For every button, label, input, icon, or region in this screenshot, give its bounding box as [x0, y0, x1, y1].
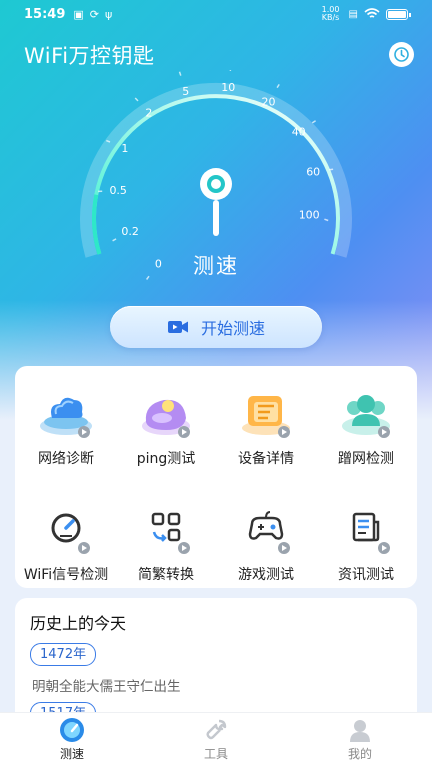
video-badge-icon: [278, 426, 290, 438]
nav-tab-speedtest[interactable]: 测速: [22, 717, 122, 762]
gauge-label: 测速: [193, 254, 239, 278]
gauge-tick-label: 20: [262, 95, 276, 108]
gauge-tick-label: 60: [306, 166, 320, 179]
video-icon: [167, 321, 188, 333]
wrench-icon: [202, 717, 230, 743]
gauge-tick-mark: [276, 83, 280, 89]
video-badge-icon: [178, 542, 190, 554]
nav-tab-mine[interactable]: 我的: [310, 717, 410, 762]
start-speed-test-button[interactable]: 开始测速: [110, 306, 322, 348]
net-speed: 1.00 KB/s: [321, 5, 340, 22]
gauge-tick-label: 0.2: [121, 225, 139, 238]
history-today-card: 历史上的今天 1472年 明朝全能大儒王守仁出生 1517年: [15, 598, 417, 728]
wifi-icon: [364, 8, 380, 18]
person-icon: [346, 717, 374, 743]
bottom-navigation: 测速 工具 我的: [0, 712, 432, 768]
ping-icon: [138, 384, 194, 440]
signal-gauge-icon: [38, 500, 94, 556]
gauge-tick-mark: [178, 71, 182, 76]
video-badge-icon: [278, 542, 290, 554]
gauge-tick-label: 5: [182, 85, 189, 98]
gamepad-icon: [238, 500, 294, 556]
gauge-tick-mark: [112, 238, 117, 242]
gauge-tick-mark: [229, 70, 232, 71]
video-badge-icon: [378, 426, 390, 438]
speedometer-icon: [58, 717, 86, 743]
tool-device-details[interactable]: 设备详情: [216, 384, 316, 468]
app-title: WiFi万控钥匙: [24, 44, 155, 68]
cloud-icon: [38, 384, 94, 440]
gauge-tick-mark: [311, 120, 317, 124]
gauge-tick-mark: [329, 168, 334, 171]
gauge-tick-label: 100: [299, 208, 320, 221]
nav-label: 工具: [203, 747, 228, 761]
gauge-tick-mark: [134, 97, 139, 102]
sim-icon: ▤: [348, 8, 358, 20]
nav-tab-tools[interactable]: 工具: [166, 717, 266, 762]
tool-wifi-signal-check[interactable]: WiFi信号检测: [16, 500, 116, 584]
notification-icon: ▣: [73, 7, 84, 21]
nav-label: 测速: [59, 747, 84, 761]
video-badge-icon: [178, 426, 190, 438]
usb-icon: ψ: [105, 7, 113, 21]
battery-icon: [386, 8, 411, 20]
video-badge-icon: [78, 426, 90, 438]
convert-icon: [138, 500, 194, 556]
status-bar: 15:49 ▣ ⟳ ψ 1.00 KB/s ▤: [0, 0, 432, 28]
sync-icon: ⟳: [89, 7, 100, 21]
history-title: 历史上的今天: [30, 614, 127, 633]
gauge-tick-label: 10: [221, 81, 235, 94]
tools-card: 网络诊断 ping测试 设备详情 蹭网检测 WiFi信号检测 简繁转换 游戏测试…: [15, 366, 417, 588]
video-badge-icon: [378, 542, 390, 554]
tool-freeloader-detection[interactable]: 蹭网检测: [316, 384, 416, 468]
gauge-tick-label: 0.5: [109, 184, 127, 197]
gauge-tick-mark: [324, 218, 329, 222]
history-year-badge[interactable]: 1472年: [30, 643, 97, 666]
news-icon: [338, 500, 394, 556]
video-badge-icon: [78, 542, 90, 554]
clock-icon: [394, 47, 409, 62]
gauge-tick-label: 2: [145, 107, 152, 120]
status-time: 15:49: [24, 6, 66, 22]
tool-simplified-traditional[interactable]: 简繁转换: [116, 500, 216, 584]
start-button-label: 开始测速: [200, 319, 265, 338]
tool-ping-test[interactable]: ping测试: [116, 384, 216, 468]
gauge-needle: [213, 200, 219, 236]
device-icon: [238, 384, 294, 440]
nav-label: 我的: [347, 747, 372, 761]
tool-game-test[interactable]: 游戏测试: [216, 500, 316, 584]
tool-news-test[interactable]: 资讯测试: [316, 500, 416, 584]
history-event-text[interactable]: 明朝全能大儒王守仁出生: [32, 675, 181, 695]
gauge-tick-label: 40: [292, 126, 306, 139]
tool-network-diagnosis[interactable]: 网络诊断: [16, 384, 116, 468]
history-button[interactable]: [389, 42, 414, 67]
users-icon: [338, 384, 394, 440]
gauge-tick-label: 1: [121, 142, 128, 155]
